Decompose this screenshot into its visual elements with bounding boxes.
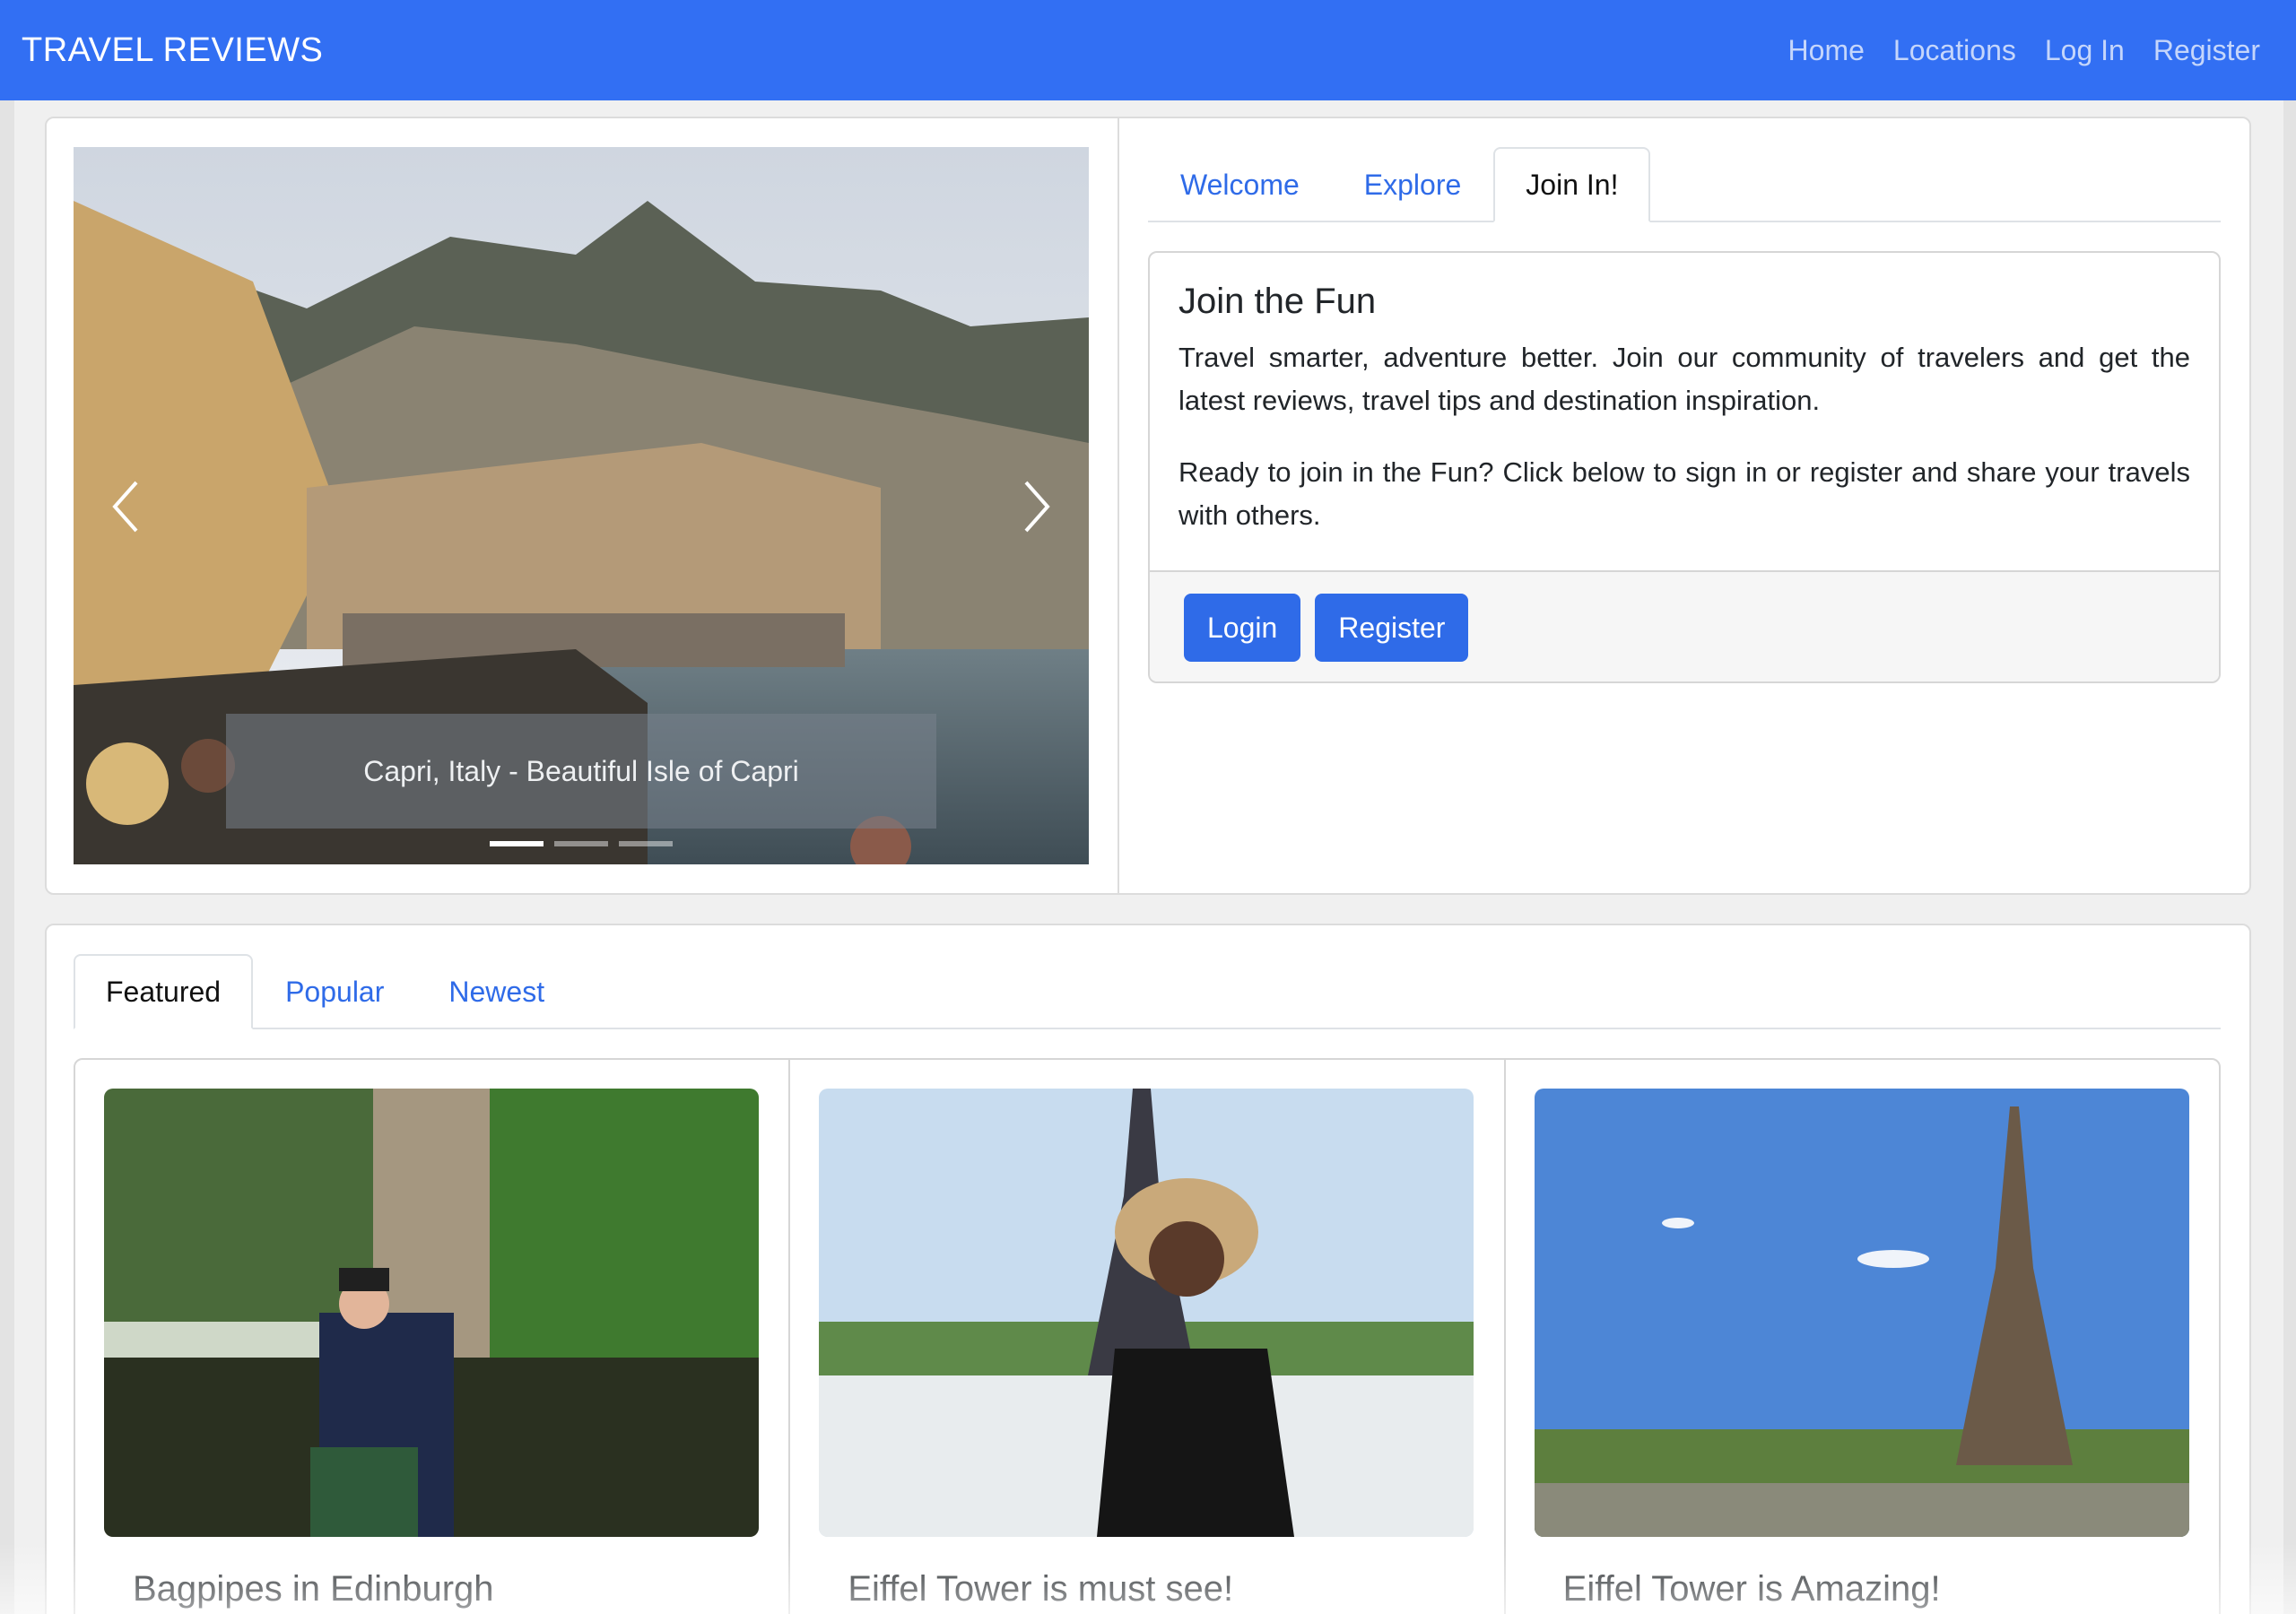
feature-card[interactable]: Eiffel Tower is Amazing! [1503, 1060, 2219, 1614]
login-button[interactable]: Login [1184, 594, 1301, 662]
featured-grid: Bagpipes in Edinburgh Eiffel Tower is mu… [74, 1058, 2221, 1614]
carousel-next-icon[interactable] [1019, 475, 1055, 538]
tab-welcome[interactable]: Welcome [1148, 147, 1332, 222]
join-title: Join the Fun [1178, 282, 1377, 321]
tab-popular[interactable]: Popular [253, 954, 416, 1029]
join-panel: Join the Fun Travel smarter, adventure b… [1148, 251, 2221, 683]
feature-card[interactable]: Bagpipes in Edinburgh [75, 1060, 788, 1614]
carousel-caption: Capri, Italy - Beautiful Isle of Capri [226, 714, 936, 829]
join-panel-footer: Login Register [1150, 570, 2219, 681]
site-brand[interactable]: TRAVEL REVIEWS [22, 31, 323, 70]
feature-image-bagpiper[interactable] [104, 1089, 759, 1537]
top-navbar: TRAVEL REVIEWS Home Locations Log In Reg… [0, 0, 2296, 100]
hero-divider [1118, 118, 1119, 893]
register-button[interactable]: Register [1315, 594, 1469, 662]
feature-title[interactable]: Eiffel Tower is must see! [819, 1569, 1474, 1610]
nav-link-login[interactable]: Log In [2045, 34, 2125, 67]
listing-tabs: Featured Popular Newest [74, 954, 2221, 1029]
info-tabs: Welcome Explore Join In! [1148, 147, 2221, 222]
feature-title[interactable]: Bagpipes in Edinburgh [104, 1569, 760, 1610]
tab-featured[interactable]: Featured [74, 954, 254, 1029]
feature-image-eiffel-tower[interactable] [1534, 1089, 2189, 1537]
tab-join-in[interactable]: Join In! [1493, 147, 1651, 222]
nav-link-home[interactable]: Home [1788, 34, 1865, 67]
tab-explore[interactable]: Explore [1332, 147, 1494, 222]
join-paragraph-1: Travel smarter, adventure better. Join o… [1178, 342, 2190, 416]
feature-title[interactable]: Eiffel Tower is Amazing! [1535, 1569, 2190, 1610]
nav-link-register[interactable]: Register [2153, 34, 2260, 67]
carousel-prev-icon[interactable] [108, 475, 144, 538]
feature-card[interactable]: Eiffel Tower is must see! [788, 1060, 1503, 1614]
carousel-indicator-3[interactable] [619, 841, 673, 846]
tab-newest[interactable]: Newest [416, 954, 577, 1029]
carousel-caption-text: Capri, Italy - Beautiful Isle of Capri [363, 754, 799, 787]
nav-links: Home Locations Log In Register [1788, 34, 2274, 67]
join-paragraph-2: Ready to join in the Fun? Click below to… [1178, 456, 2190, 531]
carousel-indicator-1[interactable] [490, 841, 544, 846]
nav-link-locations[interactable]: Locations [1893, 34, 2016, 67]
join-panel-body: Join the Fun Travel smarter, adventure b… [1150, 253, 2219, 570]
feature-image-eiffel-traveler[interactable] [819, 1089, 1474, 1537]
carousel-indicator-2[interactable] [554, 841, 608, 846]
